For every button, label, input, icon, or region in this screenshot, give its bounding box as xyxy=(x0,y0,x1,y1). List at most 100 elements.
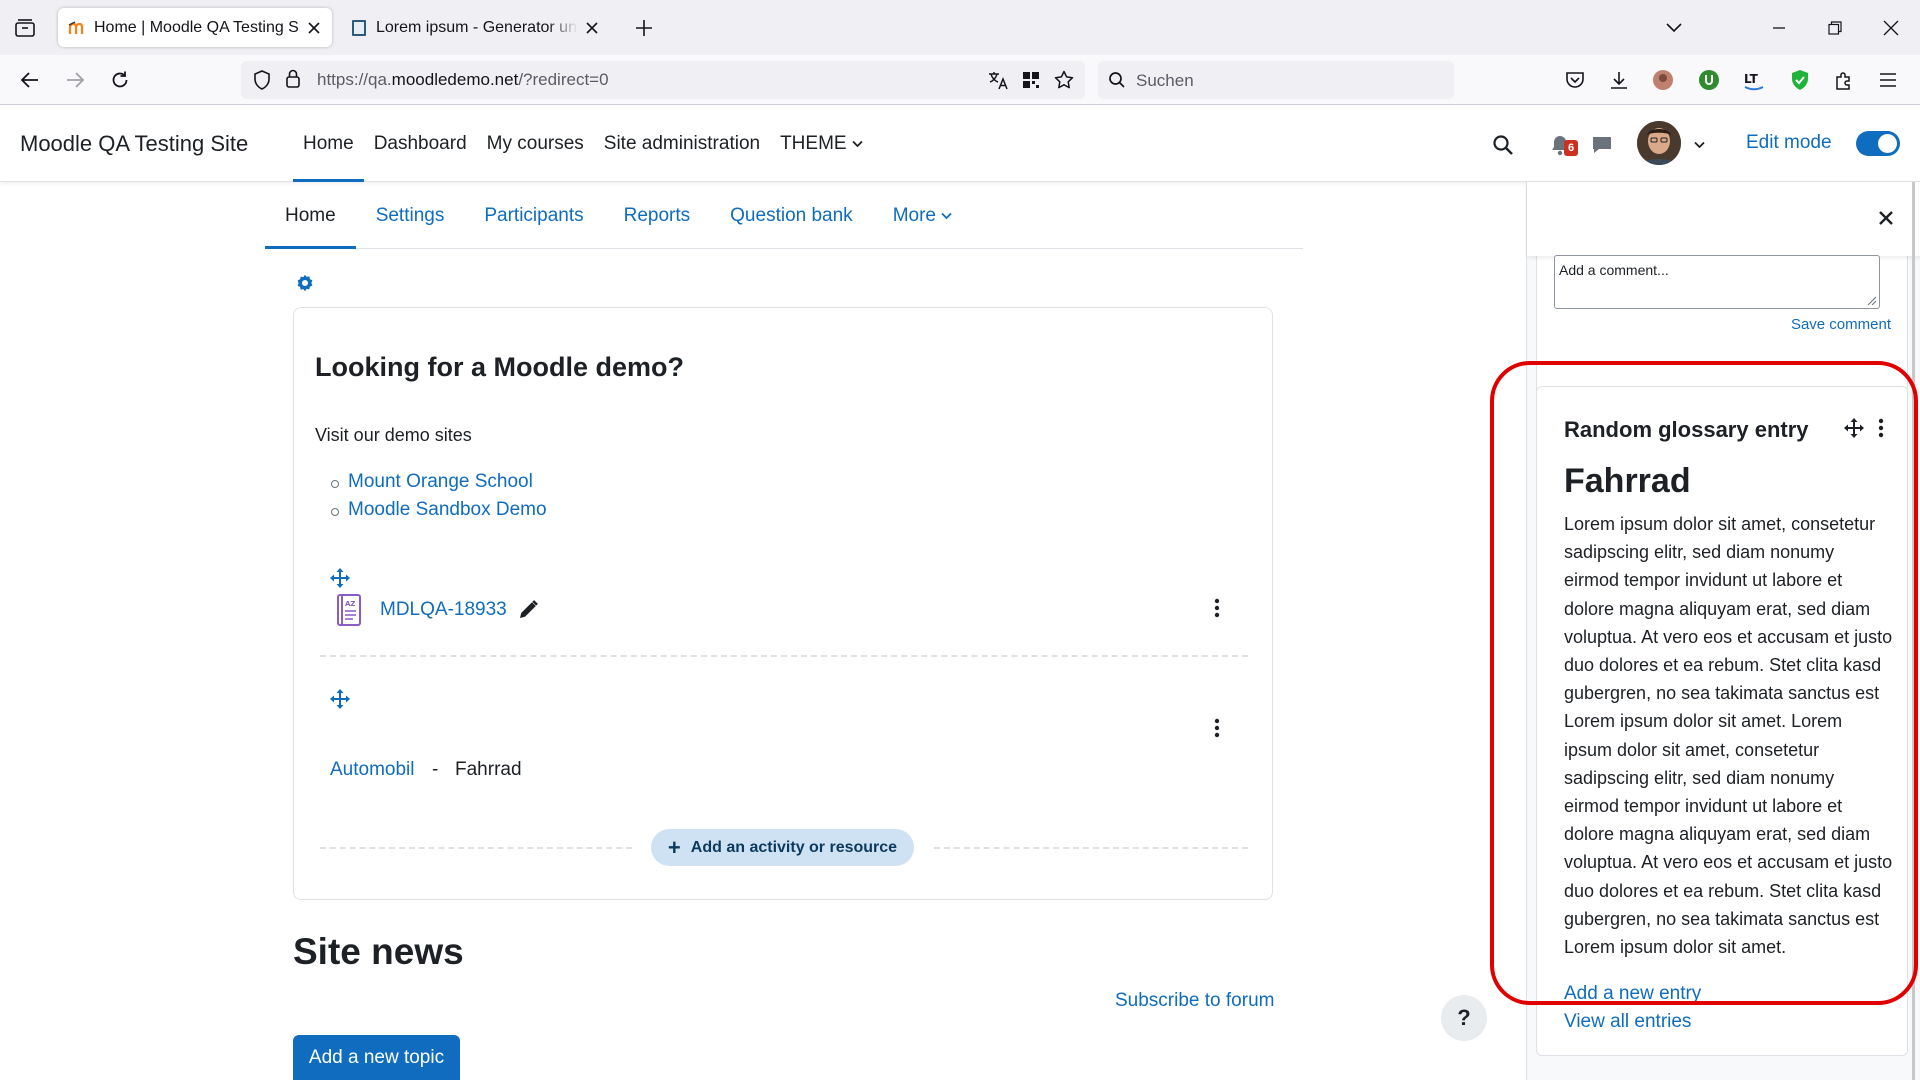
move-arrows-icon[interactable] xyxy=(330,568,350,588)
user-menu-chevron-icon[interactable] xyxy=(1686,132,1712,158)
close-drawer-icon[interactable] xyxy=(1877,209,1895,227)
add-activity-label: Add an activity or resource xyxy=(690,838,898,856)
moodle-navbar: Moodle QA Testing Site Home Dashboard My… xyxy=(0,106,1920,182)
tab-question-bank[interactable]: Question bank xyxy=(710,184,873,248)
menu-hamburger-icon[interactable] xyxy=(1876,68,1900,92)
add-new-topic-button[interactable]: Add a new topic xyxy=(293,1035,460,1080)
primary-navigation: Home Dashboard My courses Site administr… xyxy=(293,106,873,182)
site-summary-card: Looking for a Moodle demo? Visit our dem… xyxy=(293,307,1273,900)
resize-handle-icon[interactable] xyxy=(1865,294,1877,306)
block-actions-kebab-icon[interactable] xyxy=(1213,717,1221,739)
nav-dashboard[interactable]: Dashboard xyxy=(364,106,477,182)
account-avatar-icon[interactable] xyxy=(1651,68,1675,92)
nav-home[interactable]: Home xyxy=(293,106,364,182)
notification-count-badge: 6 xyxy=(1564,140,1578,156)
chevron-down-icon xyxy=(851,140,863,148)
tab-title: Home | Moodle QA Testing Site xyxy=(94,18,300,36)
restore-icon[interactable] xyxy=(1821,14,1849,42)
glossary-activity-link[interactable]: MDLQA-18933 xyxy=(380,599,507,621)
site-news-heading: Site news xyxy=(293,931,464,972)
tab-lorem-ipsum[interactable]: Lorem ipsum - Generator und Info xyxy=(340,8,610,47)
toggle-knob xyxy=(1878,134,1897,153)
glossary-entry-current: Fahrrad xyxy=(455,759,522,780)
section-divider xyxy=(320,655,1248,657)
subscribe-to-forum-link[interactable]: Subscribe to forum xyxy=(1115,990,1274,1012)
nav-my-courses[interactable]: My courses xyxy=(477,106,594,182)
glossary-activity-icon: AZ xyxy=(336,594,362,626)
shield-check-icon[interactable] xyxy=(1788,68,1812,92)
tab-home[interactable]: Home xyxy=(265,184,356,249)
block-drawer: Add a comment... Save comment Random glo… xyxy=(1526,182,1920,1080)
random-glossary-block: Random glossary entry Fahrrad Lorem ipsu… xyxy=(1536,386,1908,1056)
pocket-icon[interactable] xyxy=(1563,68,1587,92)
tab-participants[interactable]: Participants xyxy=(464,184,603,248)
lock-icon[interactable] xyxy=(285,69,301,89)
moodle-favicon-icon xyxy=(68,19,86,37)
link-mount-orange-school[interactable]: Mount Orange School xyxy=(331,471,547,499)
edit-mode-label: Edit mode xyxy=(1746,132,1832,153)
minimize-icon[interactable] xyxy=(1765,14,1793,42)
demo-links-list: Mount Orange School Moodle Sandbox Demo xyxy=(331,471,547,527)
back-icon[interactable] xyxy=(17,67,43,93)
tab-title: Lorem ipsum - Generator und Info xyxy=(376,18,578,36)
svg-text:AZ: AZ xyxy=(345,600,356,608)
forward-icon[interactable] xyxy=(62,67,88,93)
messages-chat-icon[interactable] xyxy=(1589,132,1615,158)
url-text: https://qa.moodledemo.net/?redirect=0 xyxy=(317,70,609,89)
svg-text:LT: LT xyxy=(1744,72,1759,86)
chevron-down-icon xyxy=(941,212,952,220)
site-name[interactable]: Moodle QA Testing Site xyxy=(20,131,248,157)
browser-tab-bar: Home | Moodle QA Testing Site Lorem ipsu… xyxy=(0,0,1920,55)
view-all-entries-link[interactable]: View all entries xyxy=(1564,1011,1691,1033)
tab-home-moodle[interactable]: Home | Moodle QA Testing Site xyxy=(58,8,332,47)
section-settings-gear-icon[interactable] xyxy=(295,273,315,293)
drawer-scrollbar[interactable] xyxy=(1912,182,1915,1080)
reload-icon[interactable] xyxy=(107,67,133,93)
comment-textarea[interactable]: Add a comment... xyxy=(1554,255,1880,309)
secondary-navigation: Home Settings Participants Reports Quest… xyxy=(265,184,1303,249)
move-arrows-icon[interactable] xyxy=(330,689,350,709)
browser-toolbar: https://qa.moodledemo.net/?redirect=0 Su… xyxy=(0,55,1920,105)
block-menu-kebab-icon[interactable] xyxy=(1877,417,1885,439)
edit-mode-toggle[interactable] xyxy=(1856,131,1900,156)
glossary-definition: Lorem ipsum dolor sit amet, consetetur s… xyxy=(1564,514,1893,958)
activity-actions-kebab-icon[interactable] xyxy=(1044,488,1052,510)
qr-code-icon[interactable] xyxy=(1022,71,1040,89)
web-search-input[interactable]: Suchen xyxy=(1098,61,1454,99)
url-bar[interactable]: https://qa.moodledemo.net/?redirect=0 xyxy=(241,61,1085,99)
help-question-button[interactable]: ? xyxy=(1441,995,1487,1041)
ublock-icon[interactable] xyxy=(1697,68,1721,92)
extensions-icon[interactable] xyxy=(1832,68,1856,92)
new-tab-icon[interactable] xyxy=(632,16,656,40)
bookmark-star-icon[interactable] xyxy=(1054,70,1074,90)
add-new-entry-link[interactable]: Add a new entry xyxy=(1564,983,1701,1005)
tracking-protection-icon[interactable] xyxy=(253,70,271,90)
glossary-entry-link[interactable]: Automobil xyxy=(330,759,415,781)
tab-list-icon[interactable] xyxy=(12,16,38,40)
user-avatar[interactable] xyxy=(1637,121,1681,165)
nav-theme-dropdown[interactable]: THEME xyxy=(770,106,873,182)
languagetool-icon[interactable]: LT xyxy=(1742,68,1766,92)
save-comment-link[interactable]: Save comment xyxy=(1791,316,1891,333)
move-arrows-icon[interactable] xyxy=(1844,418,1864,438)
search-placeholder: Suchen xyxy=(1136,71,1194,90)
glossary-concept: Fahrrad xyxy=(1564,462,1691,500)
translate-icon[interactable] xyxy=(987,70,1009,90)
downloads-icon[interactable] xyxy=(1607,68,1631,92)
tab-more-dropdown[interactable]: More xyxy=(873,184,972,248)
book-favicon-icon xyxy=(350,19,368,37)
search-icon[interactable] xyxy=(1490,132,1516,158)
close-tab-icon[interactable] xyxy=(584,20,600,36)
tab-reports[interactable]: Reports xyxy=(604,184,711,248)
list-all-tabs-icon[interactable] xyxy=(1660,14,1688,42)
add-activity-button[interactable]: + Add an activity or resource xyxy=(651,829,914,866)
close-tab-icon[interactable] xyxy=(306,20,322,36)
link-moodle-sandbox-demo[interactable]: Moodle Sandbox Demo xyxy=(331,499,547,527)
add-activity-divider-right xyxy=(934,847,1248,849)
close-window-icon[interactable] xyxy=(1877,14,1905,42)
nav-site-administration[interactable]: Site administration xyxy=(594,106,770,182)
activity-actions-kebab-icon[interactable] xyxy=(1213,597,1221,619)
block-title: Random glossary entry xyxy=(1564,417,1809,442)
tab-settings[interactable]: Settings xyxy=(356,184,465,248)
edit-pencil-icon[interactable] xyxy=(517,599,539,621)
